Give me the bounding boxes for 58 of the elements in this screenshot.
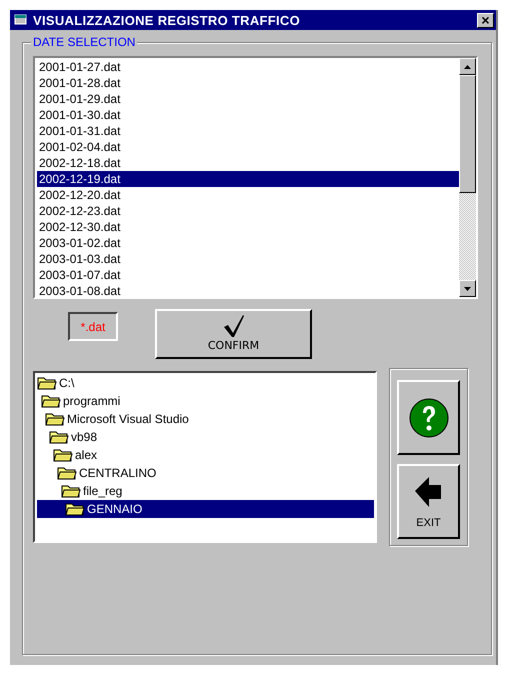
folder-item[interactable]: Microsoft Visual Studio — [37, 410, 374, 428]
file-item[interactable]: 2001-01-28.dat — [37, 75, 459, 91]
folder-label: GENNAIO — [87, 502, 142, 516]
folder-item[interactable]: vb98 — [37, 428, 374, 446]
folder-label: programmi — [63, 394, 120, 408]
scroll-thumb[interactable] — [459, 75, 476, 193]
file-list[interactable] — [33, 56, 478, 299]
file-item[interactable]: 2003-01-02.dat — [37, 235, 459, 251]
folder-item[interactable]: CENTRALINO — [37, 464, 374, 482]
folder-icon — [65, 502, 85, 516]
folder-label: C:\ — [59, 376, 74, 390]
folder-icon — [61, 484, 81, 498]
folder-label: Microsoft Visual Studio — [67, 412, 189, 426]
file-item[interactable]: 2001-01-30.dat — [37, 107, 459, 123]
folder-label: CENTRALINO — [79, 466, 156, 480]
folder-item[interactable]: alex — [37, 446, 374, 464]
exit-button[interactable]: EXIT — [397, 464, 460, 539]
folder-icon — [49, 430, 69, 444]
file-filter: *.dat — [68, 312, 118, 341]
file-item[interactable]: 2002-12-18.dat — [37, 155, 459, 171]
folder-label: file_reg — [83, 484, 122, 498]
folder-item[interactable]: C:\ — [37, 374, 374, 392]
scroll-up-button[interactable] — [459, 58, 476, 75]
folder-label: vb98 — [71, 430, 98, 444]
help-button[interactable] — [397, 380, 460, 455]
folder-icon — [45, 412, 65, 426]
window-icon — [14, 14, 28, 26]
close-button[interactable]: × — [477, 12, 494, 28]
file-item[interactable]: 2001-02-04.dat — [37, 139, 459, 155]
up-arrow-icon — [464, 64, 471, 68]
folder-tree[interactable]: C:\ programmi Microsoft Visual Studio vb98 alex CENTRALINO file_reg GENNAIO — [33, 371, 377, 543]
folder-item[interactable]: programmi — [37, 392, 374, 410]
scrollbar[interactable] — [459, 58, 476, 297]
down-arrow-icon — [464, 286, 471, 290]
folder-icon — [37, 376, 57, 390]
folder-item[interactable]: file_reg — [37, 482, 374, 500]
folder-icon — [41, 394, 61, 408]
file-item[interactable]: 2003-01-07.dat — [37, 267, 459, 283]
checkmark-icon — [222, 314, 244, 338]
file-item[interactable]: 2002-12-23.dat — [37, 203, 459, 219]
file-item[interactable]: 2001-01-31.dat — [37, 123, 459, 139]
file-item[interactable]: 2002-12-20.dat — [37, 187, 459, 203]
confirm-button[interactable]: CONFIRM — [155, 309, 312, 359]
file-item[interactable]: 2001-01-29.dat — [37, 91, 459, 107]
file-item[interactable]: 2003-01-08.dat — [37, 283, 459, 299]
folder-label: alex — [75, 448, 98, 462]
window-title: VISUALIZZAZIONE REGISTRO TRAFFICO — [33, 12, 302, 28]
folder-icon — [57, 466, 77, 480]
help-icon — [408, 398, 448, 438]
file-item[interactable]: 2001-01-27.dat — [37, 59, 459, 75]
frame-label: DATE SELECTION — [31, 35, 138, 49]
file-item[interactable]: 2003-01-03.dat — [37, 251, 459, 267]
file-item[interactable]: 2002-12-30.dat — [37, 219, 459, 235]
file-item[interactable]: 2002-12-19.dat — [37, 171, 459, 187]
folder-item[interactable]: GENNAIO — [37, 500, 374, 518]
folder-icon — [53, 448, 73, 462]
scroll-down-button[interactable] — [459, 280, 476, 297]
left-arrow-icon — [414, 474, 442, 508]
